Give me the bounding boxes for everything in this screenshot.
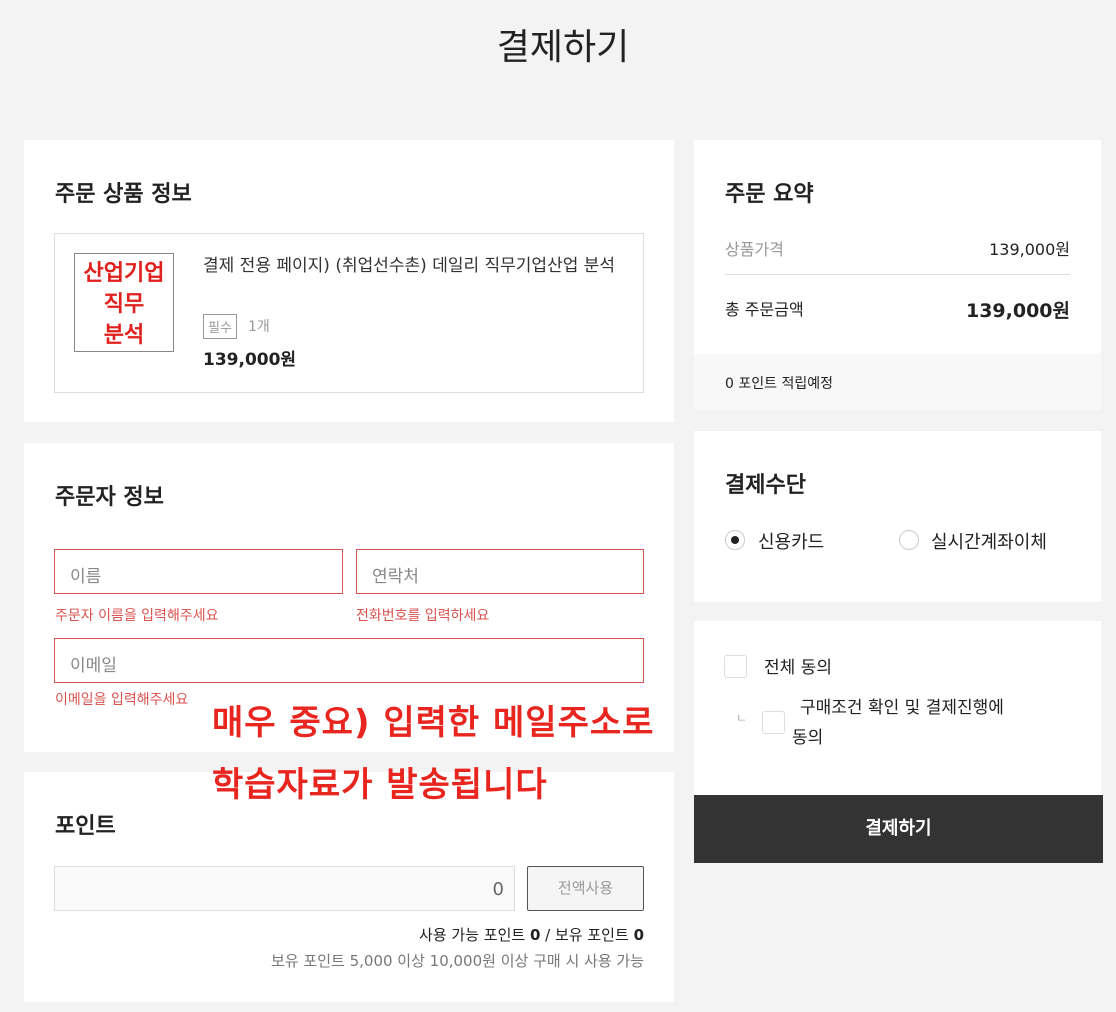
terms-line1: 구매조건 확인 및 결제진행에 — [800, 698, 1004, 718]
name-input[interactable]: 이름 — [54, 549, 343, 594]
name-error: 주문자 이름을 입력해주세요 — [55, 608, 219, 624]
thumb-text: 직무 — [103, 292, 145, 317]
avail-value: 0 — [529, 926, 541, 944]
avail-label: 사용 가능 포인트 — [419, 926, 526, 944]
order-heading: 주문 상품 정보 — [55, 182, 192, 207]
product-item: 산업기업 직무 분석 결제 전용 페이지) (취업선수촌) 데일리 직무기업산업… — [54, 233, 644, 393]
points-rule: 보유 포인트 5,000 이상 10,000원 이상 구매 시 사용 가능 — [271, 952, 644, 970]
total-label: 총 주문금액 — [725, 300, 804, 319]
price-row: 상품가격 139,000원 — [725, 236, 1070, 260]
page-title: 결제하기 — [496, 27, 630, 68]
credit-card-label[interactable]: 신용카드 — [758, 528, 824, 554]
use-all-button[interactable]: 전액사용 — [527, 866, 644, 911]
points-availability: 사용 가능 포인트 0 / 보유 포인트 0 — [419, 924, 644, 945]
branch-icon: ㄴ — [736, 711, 748, 725]
price-label: 상품가격 — [725, 240, 784, 259]
agree-terms-checkbox[interactable] — [762, 711, 785, 734]
payment-heading: 결제수단 — [725, 473, 806, 498]
agreement-card: 전체 동의 ㄴ 구매조건 확인 및 결제진행에동의 — [694, 621, 1101, 795]
bank-transfer-radio[interactable] — [899, 530, 919, 550]
agree-all-checkbox[interactable] — [724, 655, 747, 678]
product-qty: 1개 — [248, 319, 270, 335]
pay-button[interactable]: 결제하기 — [694, 795, 1103, 863]
divider — [725, 274, 1070, 275]
product-price: 139,000원 — [203, 350, 297, 370]
order-product-card: 주문 상품 정보 산업기업 직무 분석 결제 전용 페이지) (취업선수촌) 데… — [24, 140, 674, 422]
credit-card-radio[interactable] — [725, 530, 745, 550]
total-row: 총 주문금액 139,000원 — [725, 296, 1070, 323]
points-earn-note: 0 포인트 적립예정 — [694, 354, 1101, 410]
email-input[interactable]: 이메일 — [54, 638, 644, 683]
thumb-text: 분석 — [103, 323, 145, 348]
product-name: 결제 전용 페이지) (취업선수촌) 데일리 직무기업산업 분석 — [203, 256, 616, 276]
summary-heading: 주문 요약 — [725, 182, 814, 207]
orderer-heading: 주문자 정보 — [55, 485, 164, 510]
sep: / — [540, 926, 555, 944]
notice-line2: 학습자료가 발송됩니다 — [212, 765, 548, 805]
phone-error: 전화번호를 입력하세요 — [356, 608, 490, 624]
agree-terms-label: 구매조건 확인 및 결제진행에동의 — [792, 693, 1004, 753]
total-value: 139,000원 — [965, 300, 1070, 322]
required-badge: 필수 — [203, 314, 237, 339]
points-card: 포인트 0 전액사용 사용 가능 포인트 0 / 보유 포인트 0 보유 포인트… — [24, 772, 674, 1002]
email-error: 이메일을 입력해주세요 — [55, 692, 189, 708]
points-heading: 포인트 — [55, 814, 116, 839]
points-input[interactable]: 0 — [54, 866, 515, 911]
price-value: 139,000원 — [989, 240, 1070, 259]
summary-card: 주문 요약 상품가격 139,000원 총 주문금액 139,000원 0 포인트 … — [694, 140, 1101, 410]
notice-line1: 매우 중요) 입력한 메일주소로 — [212, 703, 655, 743]
phone-input[interactable]: 연락처 — [356, 549, 644, 594]
own-value: 0 — [633, 926, 644, 944]
payment-card: 결제수단 신용카드 실시간계좌이체 — [694, 431, 1101, 602]
own-label: 보유 포인트 — [555, 926, 629, 944]
product-thumbnail: 산업기업 직무 분석 — [74, 253, 174, 352]
agree-all-label: 전체 동의 — [764, 658, 832, 678]
bank-transfer-label[interactable]: 실시간계좌이체 — [931, 528, 1047, 554]
terms-line2: 동의 — [792, 728, 824, 748]
thumb-text: 산업기업 — [83, 261, 165, 286]
